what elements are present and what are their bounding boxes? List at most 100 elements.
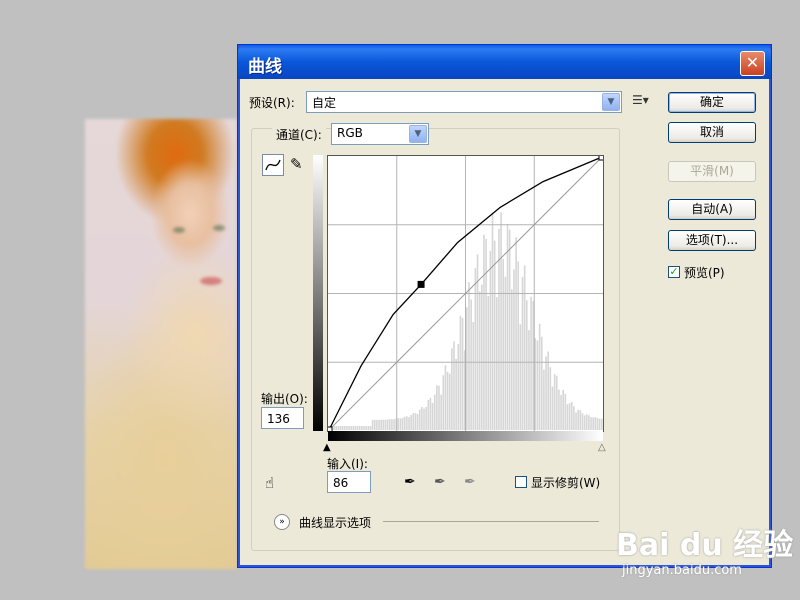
white-point-slider[interactable]: △ [598, 442, 606, 453]
histogram-bar [551, 386, 554, 430]
histogram-bar [448, 373, 451, 430]
input-field[interactable]: 86 [327, 471, 371, 493]
output-field[interactable]: 136 [261, 407, 304, 429]
black-point-slider[interactable]: ▲ [323, 442, 331, 453]
histogram-bar [418, 409, 421, 430]
photo-lips [200, 277, 222, 285]
channel-label: 通道(C): [272, 126, 326, 143]
curve-display-options-label: 曲线显示选项 [299, 516, 372, 530]
histogram-bar [442, 375, 445, 430]
histogram-bar [585, 414, 588, 430]
background-photo [85, 119, 237, 569]
title-bar[interactable]: 曲线 ✕ [238, 45, 771, 79]
histogram-bar [508, 229, 511, 430]
expand-chevron-icon[interactable]: » [274, 514, 290, 530]
histogram-bar [549, 367, 552, 430]
auto-button[interactable]: 自动(A) [668, 199, 756, 220]
histogram-bar [401, 417, 404, 430]
histogram-bar [369, 426, 372, 430]
histogram-bar [583, 415, 586, 430]
ok-button[interactable]: 确定 [668, 92, 756, 113]
histogram-bar [579, 410, 582, 430]
preset-value: 自定 [312, 96, 337, 110]
histogram-bar [553, 374, 556, 430]
histogram-bar [560, 395, 562, 430]
chevron-down-icon[interactable]: ▼ [602, 93, 620, 111]
histogram-bar [403, 416, 406, 430]
histogram-bar [568, 403, 571, 430]
histogram-bar [515, 237, 517, 430]
preview-label: 预览(P) [684, 266, 725, 280]
histogram-bar [474, 268, 477, 430]
histogram-bar [427, 399, 430, 430]
histogram-bar [421, 407, 423, 430]
input-gradient [328, 431, 603, 441]
close-button[interactable]: ✕ [740, 51, 765, 76]
histogram-bar [564, 394, 567, 430]
histogram-bar [598, 418, 601, 430]
histogram-bar [423, 408, 425, 430]
histogram-bar [391, 419, 393, 430]
watermark-url: jingyan.baidu.com [622, 563, 742, 578]
options-button[interactable]: 选项(T)... [668, 230, 756, 251]
preset-label: 预设(R): [249, 96, 295, 110]
histogram-bar [339, 426, 342, 430]
curve-chart[interactable] [328, 156, 603, 431]
curve-control-point[interactable] [417, 280, 425, 288]
hand-adjust-icon[interactable]: ☝ [265, 474, 274, 492]
histogram-bar [388, 419, 391, 430]
preview-checkbox[interactable]: ✓ [668, 266, 680, 278]
black-eyedropper-icon[interactable]: ✒ [404, 474, 416, 490]
histogram-bar [444, 365, 447, 430]
histogram-bar [519, 324, 522, 430]
preset-select[interactable]: 自定 ▼ [306, 91, 622, 113]
gray-eyedropper-icon[interactable]: ✒ [434, 474, 446, 490]
curve-icon [265, 159, 281, 171]
histogram-bar [470, 299, 472, 430]
histogram-bar [573, 406, 575, 430]
output-label: 输出(O): [261, 392, 308, 406]
output-gradient [313, 155, 323, 431]
histogram-bar [547, 351, 549, 430]
histogram-bar [483, 234, 485, 430]
channel-select[interactable]: RGB ▼ [331, 123, 429, 145]
histogram-bar [371, 419, 374, 430]
preset-options-icon[interactable]: ☰▾ [632, 93, 649, 107]
smooth-button[interactable]: 平滑(M) [668, 161, 756, 182]
curve-graph[interactable] [327, 155, 604, 432]
histogram-bar [397, 418, 400, 430]
histogram-bar [376, 419, 378, 430]
histogram-bar [558, 389, 560, 430]
histogram-bar [504, 276, 507, 430]
curve-control-point[interactable] [598, 156, 603, 161]
pencil-icon[interactable]: ✎ [290, 155, 303, 173]
histogram-bar [528, 330, 530, 430]
histogram-bar [530, 296, 532, 430]
histogram-bar [373, 419, 376, 430]
histogram-bar [367, 426, 370, 430]
histogram-bar [380, 419, 382, 430]
cancel-button[interactable]: 取消 [668, 122, 756, 143]
photo-eye [173, 227, 185, 233]
show-clipping-checkbox[interactable] [515, 476, 527, 488]
histogram-bar [534, 338, 537, 430]
histogram-bar [588, 415, 590, 430]
chevron-down-icon[interactable]: ▼ [409, 125, 427, 143]
histogram-bar [538, 323, 541, 430]
histogram-bar [384, 419, 387, 430]
histogram-bar [414, 413, 417, 430]
curve-point-tool[interactable] [262, 154, 284, 176]
histogram-bar [453, 341, 455, 430]
histogram-bar [555, 375, 558, 430]
histogram-bar [506, 223, 509, 430]
histogram-bar [459, 315, 462, 430]
histogram-bar [594, 417, 597, 430]
histogram-bar [502, 258, 505, 430]
histogram-bar [511, 289, 513, 430]
white-eyedropper-icon[interactable]: ✒ [464, 474, 476, 490]
histogram-bar [590, 417, 592, 430]
histogram-bar [523, 265, 526, 430]
histogram-bar [545, 356, 547, 430]
histogram-bar [343, 426, 346, 430]
histogram-bar [341, 426, 344, 430]
